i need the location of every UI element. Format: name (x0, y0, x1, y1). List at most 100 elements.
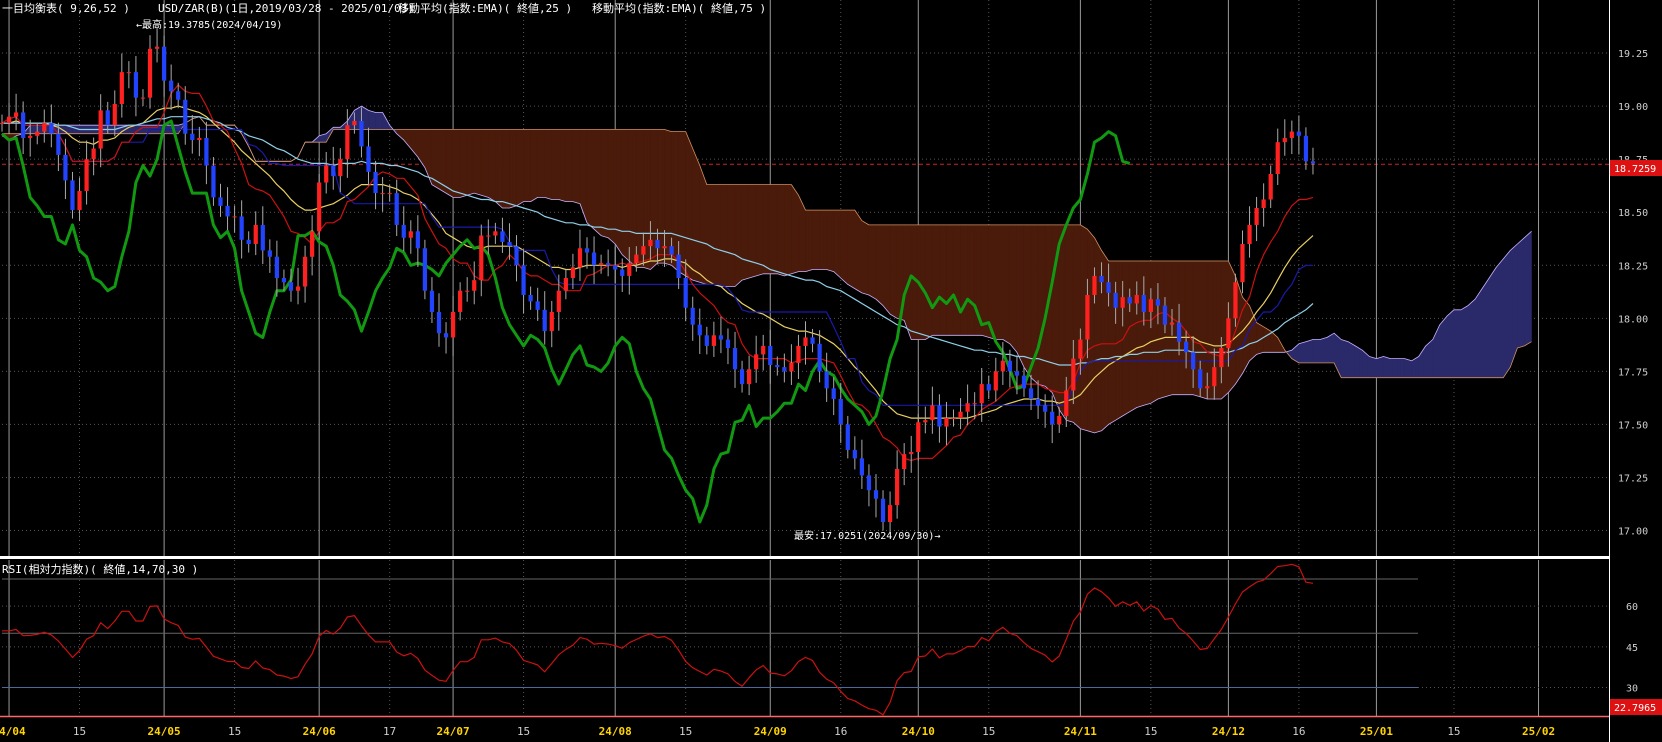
candle-body[interactable] (1064, 390, 1069, 416)
candle-body[interactable] (1071, 358, 1076, 391)
candle-body[interactable] (281, 278, 287, 283)
candle-body[interactable] (768, 345, 773, 366)
candle-body[interactable] (21, 112, 26, 138)
candle-body[interactable] (979, 384, 984, 404)
candle-body[interactable] (458, 290, 463, 312)
candle-body[interactable] (408, 231, 413, 238)
candle-body[interactable] (690, 307, 695, 325)
candle-body[interactable] (331, 165, 336, 177)
candle-body[interactable] (1296, 131, 1301, 136)
candle-body[interactable] (1233, 282, 1238, 319)
candle-body[interactable] (204, 137, 209, 166)
candle-body[interactable] (838, 398, 843, 425)
candle-body[interactable] (1028, 388, 1034, 399)
candle-body[interactable] (902, 454, 907, 469)
candle-body[interactable] (1176, 322, 1182, 342)
candle-body[interactable] (1310, 161, 1316, 164)
candle-body[interactable] (1043, 405, 1048, 412)
candle-body[interactable] (669, 246, 674, 255)
candle-body[interactable] (584, 248, 590, 253)
candle-body[interactable] (154, 46, 160, 49)
candle-body[interactable] (1007, 360, 1013, 372)
candle-body[interactable] (676, 254, 681, 278)
candle-body[interactable] (232, 216, 237, 218)
candle-body[interactable] (873, 490, 879, 499)
candle-body[interactable] (479, 235, 484, 281)
candle-body[interactable] (465, 290, 470, 292)
candle-body[interactable] (1057, 415, 1062, 425)
candle-body[interactable] (472, 280, 477, 291)
candle-body[interactable] (641, 246, 646, 255)
candle-body[interactable] (655, 239, 660, 249)
candle-body[interactable] (591, 252, 597, 266)
candle-body[interactable] (1134, 294, 1139, 304)
candle-body[interactable] (577, 248, 583, 268)
candle-body[interactable] (359, 120, 364, 147)
candle-body[interactable] (70, 180, 75, 211)
candle-body[interactable] (739, 369, 745, 385)
candle-body[interactable] (387, 193, 392, 195)
chart-canvas[interactable]: 19.2519.0018.7518.5018.2518.0017.7517.50… (0, 0, 1662, 742)
candle-body[interactable] (49, 123, 54, 134)
candle-body[interactable] (119, 72, 124, 104)
candle-body[interactable] (6, 116, 12, 124)
candle-body[interactable] (443, 333, 449, 338)
candle-body[interactable] (42, 123, 47, 132)
candle-body[interactable] (345, 125, 350, 160)
candle-body[interactable] (267, 250, 272, 257)
candle-body[interactable] (986, 384, 991, 391)
candle-body[interactable] (1183, 341, 1189, 353)
candle-body[interactable] (394, 193, 399, 225)
candle-body[interactable] (1141, 294, 1146, 312)
candle-body[interactable] (1155, 299, 1161, 306)
candle-body[interactable] (246, 239, 251, 245)
candle-body[interactable] (1021, 375, 1027, 389)
candle-body[interactable] (634, 254, 639, 264)
candle-body[interactable] (380, 193, 385, 195)
candle-body[interactable] (500, 231, 505, 242)
candle-body[interactable] (126, 72, 131, 74)
candle-body[interactable] (711, 335, 716, 346)
candle-body[interactable] (923, 420, 928, 423)
candle-body[interactable] (176, 91, 181, 100)
candle-body[interactable] (704, 335, 709, 346)
candle-body[interactable] (140, 97, 146, 99)
candle-body[interactable] (852, 449, 857, 459)
candle-body[interactable] (1085, 294, 1090, 340)
candle-body[interactable] (1254, 207, 1259, 225)
candle-body[interactable] (754, 354, 759, 370)
candle-body[interactable] (746, 369, 752, 385)
candle-body[interactable] (324, 165, 329, 183)
candle-body[interactable] (13, 112, 19, 117)
candle-body[interactable] (211, 165, 216, 198)
candle-body[interactable] (450, 311, 456, 338)
candle-body[interactable] (1169, 322, 1175, 325)
candle-body[interactable] (627, 263, 632, 276)
candle-body[interactable] (556, 290, 561, 312)
candle-body[interactable] (161, 46, 167, 81)
candle-body[interactable] (866, 475, 872, 491)
candle-body[interactable] (606, 263, 611, 266)
candle-body[interactable] (1092, 275, 1097, 295)
candle-body[interactable] (1113, 292, 1118, 308)
candle-body[interactable] (1261, 199, 1266, 208)
candle-body[interactable] (662, 246, 667, 249)
candle-body[interactable] (366, 146, 371, 172)
candle-body[interactable] (253, 224, 258, 245)
candle-body[interactable] (1014, 371, 1020, 376)
candle-body[interactable] (1226, 318, 1231, 349)
candle-body[interactable] (789, 362, 794, 372)
candle-body[interactable] (0, 123, 5, 125)
candle-body[interactable] (542, 309, 547, 332)
candle-body[interactable] (1050, 411, 1055, 425)
candle-body[interactable] (295, 286, 301, 291)
candle-body[interactable] (429, 290, 435, 312)
candle-body[interactable] (169, 80, 174, 92)
candle-body[interactable] (415, 231, 420, 249)
candle-body[interactable] (401, 224, 406, 238)
candle-body[interactable] (845, 424, 850, 450)
candle-body[interactable] (1148, 299, 1153, 312)
candle-body[interactable] (965, 403, 970, 412)
candle-body[interactable] (831, 388, 836, 399)
candle-body[interactable] (648, 239, 653, 247)
